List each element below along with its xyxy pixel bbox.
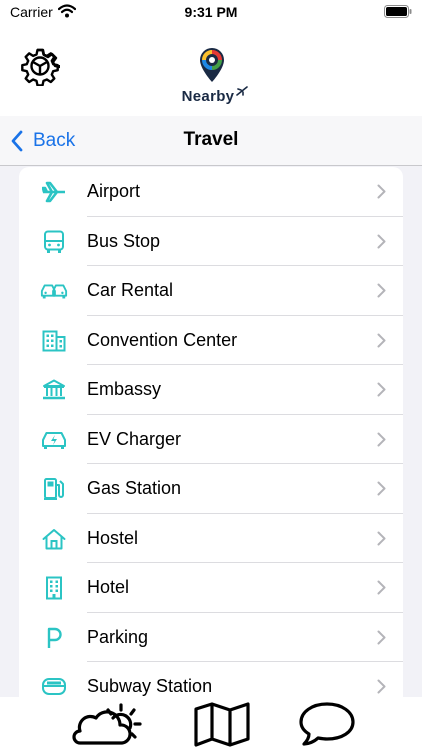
list-item-label: Subway Station xyxy=(87,676,213,696)
list-item-ev-charger[interactable]: EV Charger xyxy=(19,415,403,464)
list-item-label: Bus Stop xyxy=(87,230,161,251)
nearby-logo: Nearby xyxy=(176,46,248,108)
weather-icon[interactable] xyxy=(66,701,146,747)
tram-icon xyxy=(40,674,68,697)
list-item-subway-station[interactable]: Subway Station xyxy=(19,662,403,697)
chevron-right-icon xyxy=(377,630,386,644)
hotel-icon xyxy=(40,575,68,601)
chevron-right-icon xyxy=(377,531,386,545)
chevron-right-icon xyxy=(377,481,386,496)
status-time: 9:31 PM xyxy=(184,4,238,20)
list-item-bus-stop[interactable]: Bus Stop xyxy=(19,217,403,266)
chevron-right-icon xyxy=(377,580,386,595)
list-item-label: Gas Station xyxy=(87,478,182,498)
list-item-label: EV Charger xyxy=(87,428,182,449)
fuel-pump-icon xyxy=(40,476,68,502)
logo-text: Nearby xyxy=(181,88,235,105)
gear-icon[interactable] xyxy=(20,46,60,86)
chevron-right-icon xyxy=(377,382,386,397)
list-item-label: Convention Center xyxy=(87,329,238,350)
bank-icon xyxy=(40,377,68,403)
app-header: Nearby xyxy=(0,26,422,116)
parking-icon xyxy=(40,625,68,651)
map-icon[interactable] xyxy=(192,701,252,747)
page-title: Travel xyxy=(183,129,239,150)
list-item-label: Car Rental xyxy=(87,280,174,300)
chevron-right-icon xyxy=(377,679,386,694)
chevron-right-icon xyxy=(377,333,386,347)
bus-icon xyxy=(40,229,68,255)
category-list: Airport Bus Stop Car Rental Convention C… xyxy=(19,167,403,697)
list-item-hostel[interactable]: Hostel xyxy=(19,514,403,563)
list-item-gas-station[interactable]: Gas Station xyxy=(19,464,403,514)
list-item-embassy[interactable]: Embassy xyxy=(19,365,403,415)
cars-icon xyxy=(40,278,68,304)
chevron-right-icon xyxy=(377,283,386,298)
list-item-convention-center[interactable]: Convention Center xyxy=(19,316,403,365)
tab-bar xyxy=(0,697,422,750)
house-icon xyxy=(40,526,68,552)
list-item-label: Hotel xyxy=(87,577,130,597)
ev-car-icon xyxy=(40,427,68,453)
plane-icon xyxy=(236,86,248,96)
list-item-car-rental[interactable]: Car Rental xyxy=(19,266,403,316)
list-item-hotel[interactable]: Hotel xyxy=(19,563,403,613)
list-item-airport[interactable]: Airport xyxy=(19,167,403,217)
chevron-right-icon xyxy=(377,234,386,248)
chevron-right-icon xyxy=(377,184,386,199)
list-item-label: Hostel xyxy=(87,527,139,548)
list-item-label: Embassy xyxy=(87,379,162,399)
building-icon xyxy=(40,328,68,354)
list-item-label: Parking xyxy=(87,626,149,647)
map-pin-logo-icon xyxy=(200,48,224,82)
airplane-icon xyxy=(40,179,68,205)
chevron-right-icon xyxy=(377,432,386,446)
list-item-label: Airport xyxy=(87,181,141,201)
list-item-parking[interactable]: Parking xyxy=(19,613,403,662)
battery-icon xyxy=(384,5,412,18)
status-bar: Carrier 9:31 PM xyxy=(0,0,422,26)
chat-bubble-icon[interactable] xyxy=(296,701,358,747)
navigation-bar: Back Travel xyxy=(0,116,422,166)
